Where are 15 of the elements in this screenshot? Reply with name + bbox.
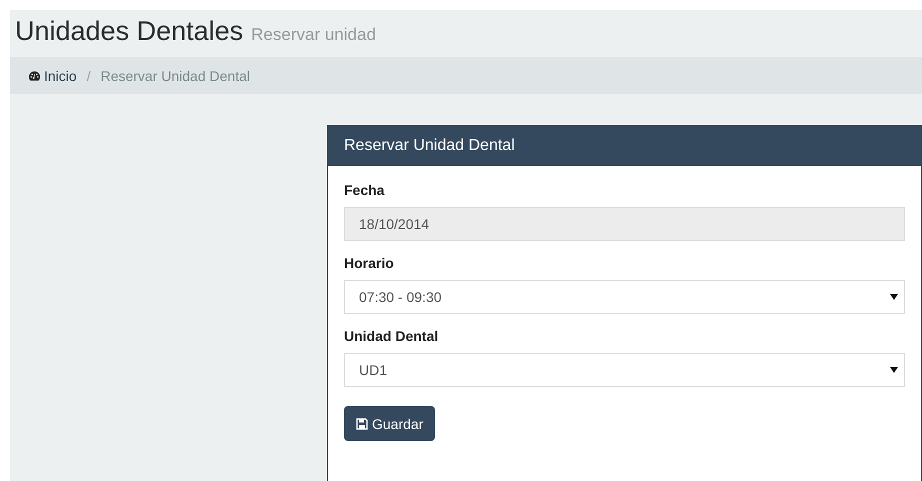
caret-icon (890, 367, 898, 373)
breadcrumb-separator: / (86, 68, 91, 84)
caret-icon (890, 294, 898, 300)
dashboard-icon (28, 70, 41, 82)
page-title: Unidades Dentales (15, 16, 244, 47)
select-field[interactable]: UD1 (344, 353, 905, 387)
panel-title: Reservar Unidad Dental (344, 137, 515, 155)
field-label: Fecha (344, 182, 386, 198)
select-field[interactable]: 07:30 - 09:30 (344, 280, 905, 314)
breadcrumb-current: Reservar Unidad Dental (100, 68, 250, 84)
field-label: Unidad Dental (344, 328, 440, 344)
field-label: Horario (344, 255, 395, 271)
breadcrumb-link[interactable]: Inicio (28, 68, 77, 84)
save-button[interactable]: Guardar (344, 406, 436, 441)
page-subtitle: Reservar unidad (251, 25, 376, 45)
